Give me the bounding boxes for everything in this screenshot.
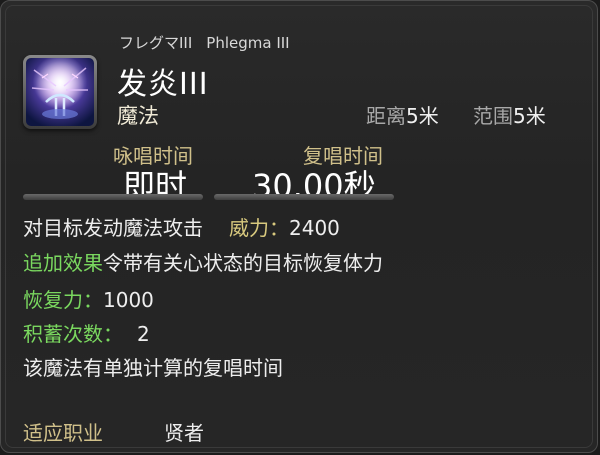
description-line-4: 积蓄次数： 2 [23, 318, 150, 347]
additional-effect-text: 令带有关心状态的目标恢复体力 [103, 251, 383, 275]
recast-time-value: 30.00秒 [252, 167, 376, 205]
charges-value: 2 [137, 322, 150, 346]
potency-value: 2400 [289, 216, 340, 240]
skill-alt-names: フレグマIII Phlegma III [119, 32, 290, 53]
job-label: 适应职业 [23, 421, 103, 445]
additional-effect-label: 追加效果 [23, 251, 103, 275]
job-value: 贤者 [164, 421, 204, 445]
range-label: 范围 [473, 104, 513, 128]
description-line-1: 对目标发动魔法攻击 威力：2400 [23, 212, 340, 241]
description-note: 该魔法有单独计算的复唱时间 [23, 356, 283, 380]
description-line-2: 追加效果令带有关心状态的目标恢复体力 [23, 247, 383, 276]
range-value: 5米 [513, 104, 546, 128]
action-tooltip: フレグマIII Phlegma III 发炎III 魔法 距离5米 范围5米 咏… [0, 0, 598, 453]
range-stat: 范围5米 [473, 100, 546, 129]
phlegma-skill-icon[interactable] [23, 55, 97, 129]
skill-category: 魔法 [117, 104, 159, 128]
cure-potency-label: 恢复力： [23, 288, 103, 312]
distance-value: 5米 [406, 104, 439, 128]
potency-label: 威力： [229, 216, 289, 240]
attack-description: 对目标发动魔法攻击 [23, 216, 203, 240]
recast-time-bar [214, 194, 394, 200]
charges-label: 积蓄次数： [23, 322, 123, 346]
distance-label: 距离 [366, 104, 406, 128]
skill-name-en: Phlegma III [206, 34, 290, 52]
cure-potency-value: 1000 [103, 288, 154, 312]
skill-name-jp: フレグマIII [119, 34, 193, 52]
description-line-3: 恢复力：1000 [23, 284, 154, 313]
cast-time-bar [23, 194, 203, 200]
cast-time-value: 即时 [123, 167, 188, 205]
distance-stat: 距离5米 [366, 100, 439, 129]
skill-name: 发炎III [117, 67, 209, 102]
